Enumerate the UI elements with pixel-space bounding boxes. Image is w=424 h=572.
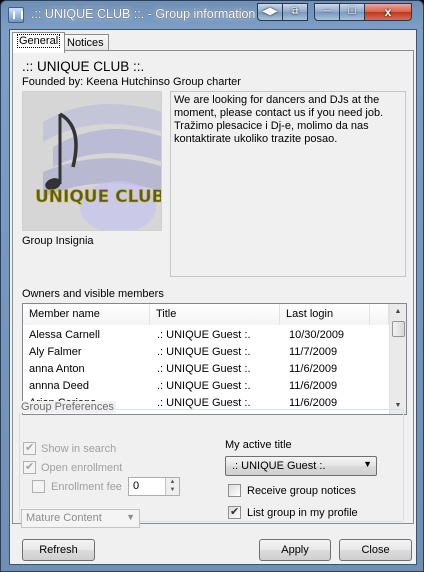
enrollment-fee-checkbox[interactable] bbox=[32, 480, 45, 493]
stepper-buttons[interactable]: ▲ ▼ bbox=[165, 478, 179, 495]
stepper-up-icon[interactable]: ▲ bbox=[166, 478, 179, 486]
enrollment-fee-stepper[interactable]: 0 ▲ ▼ bbox=[128, 477, 180, 496]
stepper-down-icon[interactable]: ▼ bbox=[166, 486, 179, 494]
scroll-up-icon[interactable]: ▲ bbox=[390, 304, 406, 320]
checkmark-icon: ✔ bbox=[25, 442, 35, 454]
chevron-down-icon: ▼ bbox=[363, 459, 372, 469]
open-enrollment-label: Open enrollment bbox=[41, 462, 123, 474]
checkmark-icon: ✔ bbox=[25, 461, 35, 473]
member-last-login: 11/7/2009 bbox=[289, 346, 338, 358]
member-row[interactable]: anna Anton .: UNIQUE Guest :. 11/6/2009 bbox=[23, 361, 389, 378]
list-in-profile-checkbox[interactable]: ✔ bbox=[228, 506, 241, 519]
maximize-button[interactable]: ☐ bbox=[339, 3, 365, 21]
apply-button[interactable]: Apply bbox=[259, 539, 331, 561]
column-member-name[interactable]: Member name bbox=[23, 304, 150, 325]
close-window-button[interactable]: x bbox=[364, 3, 412, 21]
tab-general-label: General bbox=[17, 34, 61, 48]
founded-by: Founded by: Keena Hutchinso Group charte… bbox=[22, 76, 241, 88]
member-last-login: 11/6/2009 bbox=[289, 363, 338, 375]
members-scrollbar[interactable]: ▲ ▼ bbox=[389, 304, 406, 414]
show-in-search-label: Show in search bbox=[41, 443, 117, 455]
title-bar[interactable]: .:: UNIQUE CLUB ::. - Group information … bbox=[1, 1, 423, 29]
enrollment-fee-value: 0 bbox=[133, 480, 140, 492]
member-title: .: UNIQUE Guest :. bbox=[157, 380, 251, 392]
receive-notices-checkbox[interactable] bbox=[228, 484, 241, 497]
insignia-label: Group Insignia bbox=[22, 235, 94, 247]
member-last-login: 10/30/2009 bbox=[289, 329, 345, 341]
enrollment-fee-label: Enrollment fee bbox=[51, 481, 122, 493]
tab-general[interactable]: General bbox=[12, 32, 66, 53]
member-title: .: UNIQUE Guest :. bbox=[157, 363, 251, 375]
list-in-profile-label: List group in my profile bbox=[247, 507, 358, 519]
minimize-button[interactable]: ─ bbox=[314, 3, 340, 21]
arrows-icon[interactable]: ◀▶ bbox=[257, 3, 283, 21]
column-blank bbox=[370, 304, 389, 325]
member-name: Aly Falmer bbox=[29, 346, 82, 358]
refresh-button[interactable]: Refresh bbox=[22, 539, 95, 561]
member-row[interactable]: Aly Falmer .: UNIQUE Guest :. 11/7/2009 bbox=[23, 344, 389, 361]
member-name: Alessa Carnell bbox=[29, 329, 100, 341]
maturity-select[interactable]: Mature Content ▼ bbox=[21, 509, 140, 528]
members-label: Owners and visible members bbox=[22, 288, 164, 300]
member-row[interactable]: Alessa Carnell .: UNIQUE Guest :. 10/30/… bbox=[23, 327, 389, 344]
insignia-text: UNIQUE CLUB bbox=[35, 187, 162, 207]
close-button[interactable]: Close bbox=[339, 539, 412, 561]
open-enrollment-checkbox[interactable]: ✔ bbox=[23, 461, 36, 474]
receive-notices-label: Receive group notices bbox=[247, 485, 356, 497]
maturity-value: Mature Content bbox=[26, 512, 102, 524]
app-icon bbox=[8, 7, 24, 23]
group-info-window: .:: UNIQUE CLUB ::. - Group information … bbox=[0, 0, 424, 572]
chevron-down-icon: ▼ bbox=[126, 512, 135, 522]
scroll-thumb[interactable] bbox=[392, 321, 405, 337]
active-title-select[interactable]: .: UNIQUE Guest :. ▼ bbox=[225, 456, 377, 476]
column-title[interactable]: Title bbox=[150, 304, 280, 325]
group-name: .:: UNIQUE CLUB ::. bbox=[22, 59, 145, 74]
client-area: General Notices .:: UNIQUE CLUB ::. Foun… bbox=[9, 29, 417, 565]
member-title: .: UNIQUE Guest :. bbox=[157, 329, 251, 341]
group-charter-textbox[interactable]: We are looking for dancers and DJs at th… bbox=[170, 91, 406, 277]
window-title: .:: UNIQUE CLUB ::. - Group information bbox=[31, 7, 256, 21]
restore-window-icon[interactable]: ⧉ bbox=[282, 3, 308, 21]
group-preferences-legend: Group Preferences bbox=[19, 401, 116, 413]
column-last-login[interactable]: Last login bbox=[280, 304, 370, 325]
member-row[interactable]: annna Deed .: UNIQUE Guest :. 11/6/2009 bbox=[23, 378, 389, 395]
active-title-value: .: UNIQUE Guest :. bbox=[232, 460, 326, 472]
show-in-search-checkbox[interactable]: ✔ bbox=[23, 442, 36, 455]
group-insignia-image[interactable]: UNIQUE CLUB bbox=[22, 91, 162, 231]
member-title: .: UNIQUE Guest :. bbox=[157, 346, 251, 358]
charter-text: We are looking for dancers and DJs at th… bbox=[174, 94, 384, 145]
member-name: annna Deed bbox=[29, 380, 89, 392]
active-title-label: My active title bbox=[225, 439, 292, 451]
members-list-header: Member name Title Last login bbox=[23, 304, 389, 325]
insignia-graphic: UNIQUE CLUB bbox=[23, 92, 162, 230]
member-last-login: 11/6/2009 bbox=[289, 380, 338, 392]
member-name: anna Anton bbox=[29, 363, 85, 375]
checkmark-icon: ✔ bbox=[230, 506, 240, 518]
members-list[interactable]: Member name Title Last login Alessa Carn… bbox=[22, 303, 407, 415]
